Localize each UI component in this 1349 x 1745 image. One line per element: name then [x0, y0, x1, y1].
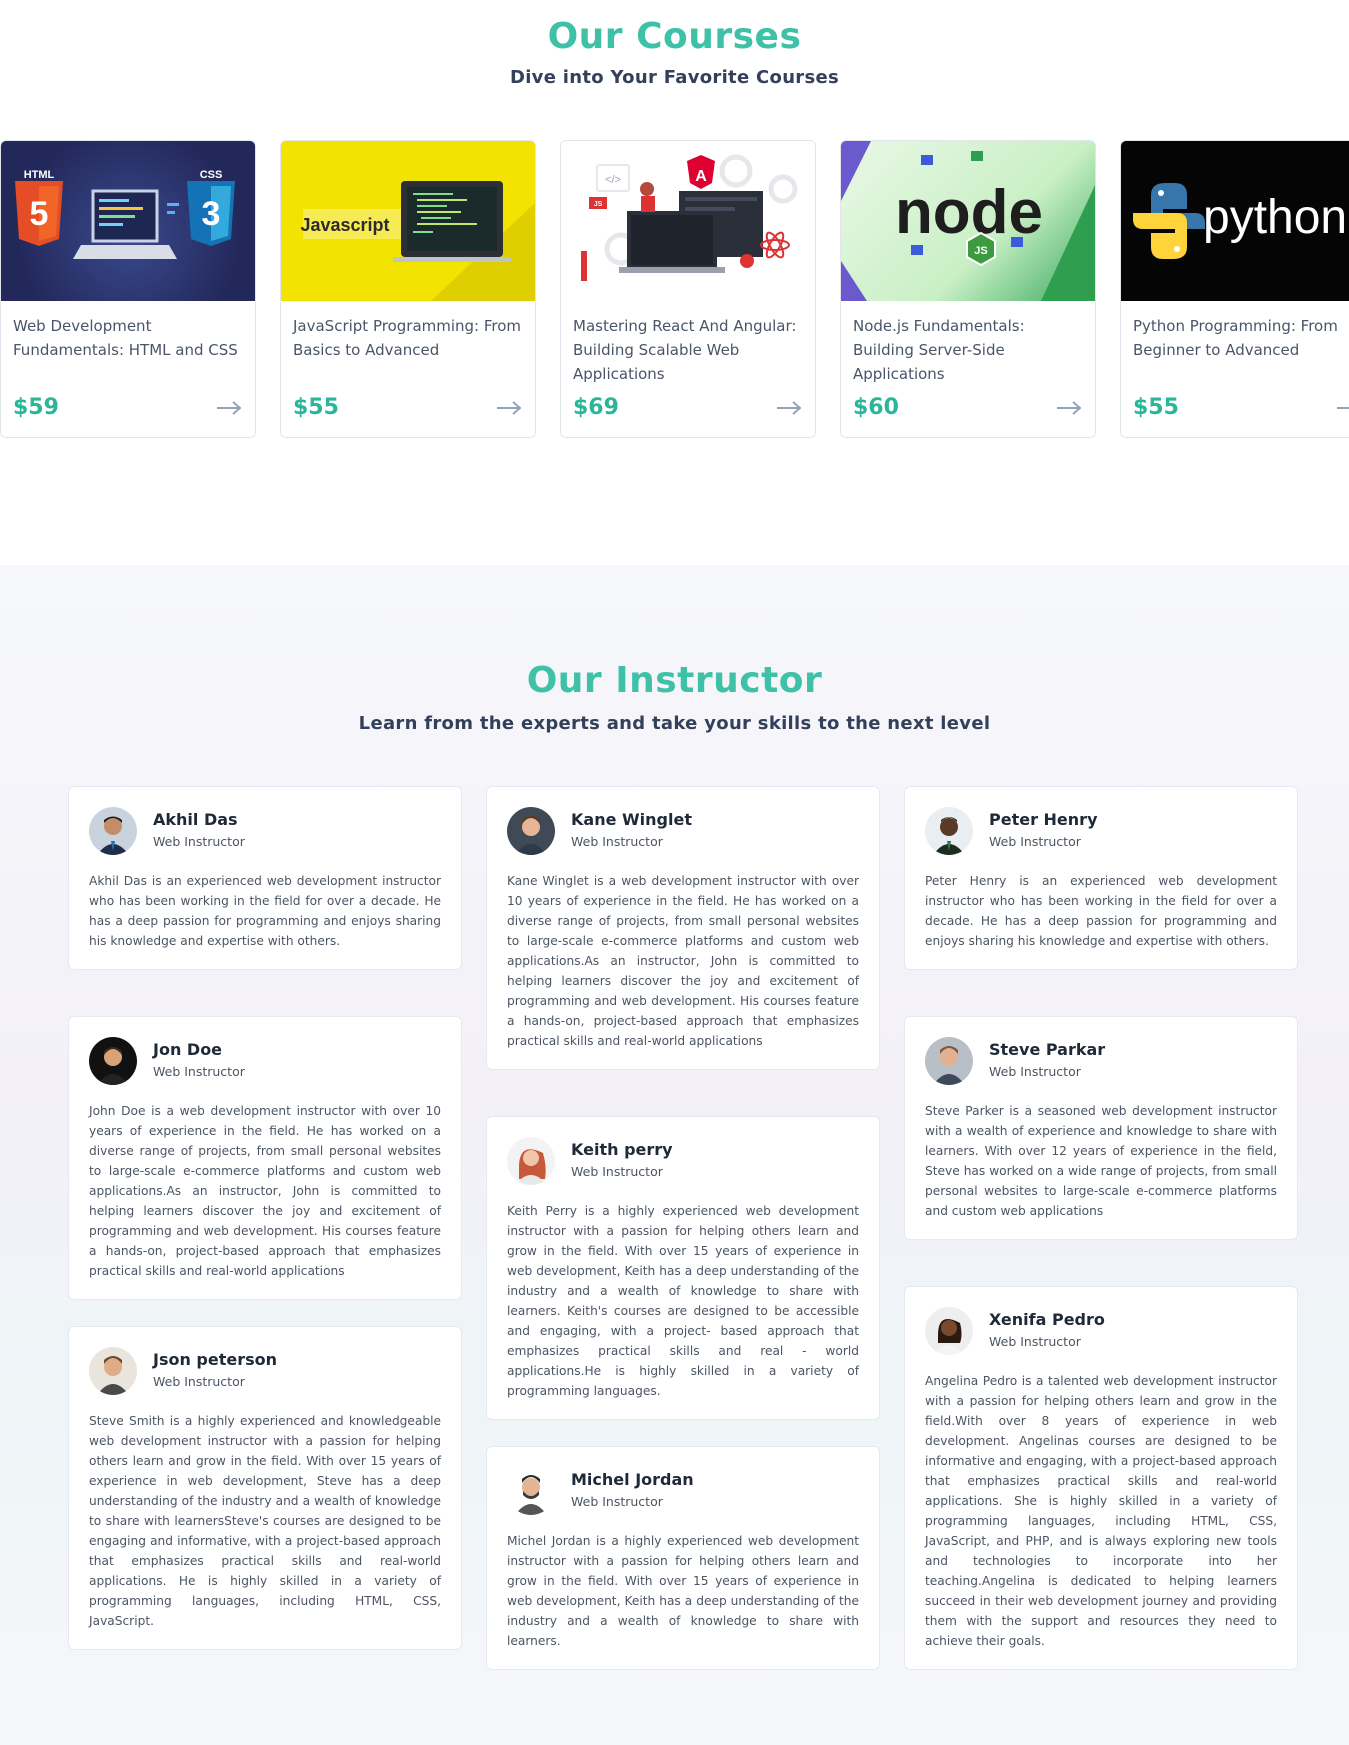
javascript-label: Javascript: [300, 215, 389, 235]
course-card[interactable]: node JS Node.js Fundamentals: Building S…: [840, 140, 1096, 438]
svg-text:5: 5: [30, 195, 49, 233]
course-card[interactable]: 5 HTML 3 CSS Web Development Fundamental…: [0, 140, 256, 438]
course-name: Node.js Fundamentals: Building Server-Si…: [853, 317, 1025, 383]
instructor-role: Web Instructor: [153, 1374, 245, 1389]
instructors-title: Our Instructor: [526, 660, 823, 701]
instructor-card[interactable]: Steve Parkar Web Instructor Steve Parker…: [904, 1016, 1298, 1240]
instructor-name: Steve Parkar: [989, 1040, 1106, 1059]
instructor-card[interactable]: Peter Henry Web Instructor Peter Henry i…: [904, 786, 1298, 970]
courses-section: Our Courses Dive into Your Favorite Cour…: [0, 0, 1349, 565]
instructor-bio: Kane Winglet is a web development instru…: [507, 874, 859, 1048]
avatar: [89, 807, 137, 855]
python-label: python: [1203, 191, 1347, 244]
instructor-bio: Angelina Pedro is a talented web develop…: [925, 1374, 1277, 1648]
instructor-role: Web Instructor: [989, 1334, 1081, 1349]
instructor-card[interactable]: Jon Doe Web Instructor John Doe is a web…: [68, 1016, 462, 1300]
instructor-name: Peter Henry: [989, 810, 1098, 829]
course-card[interactable]: </> JS A Mastering React And Angular: Bu…: [560, 140, 816, 438]
instructor-card[interactable]: Keith perry Web Instructor Keith Perry i…: [486, 1116, 880, 1420]
course-thumbnail: Javascript: [281, 141, 535, 301]
course-thumbnail: node JS: [841, 141, 1095, 301]
instructor-name: Jon Doe: [153, 1040, 223, 1059]
course-thumbnail: </> JS A: [561, 141, 815, 301]
course-price: $55: [1133, 395, 1179, 420]
instructor-role: Web Instructor: [153, 1064, 245, 1079]
instructor-role: Web Instructor: [153, 834, 245, 849]
instructor-name: Xenifa Pedro: [989, 1310, 1105, 1329]
courses-title: Our Courses: [547, 16, 802, 57]
avatar: [925, 1037, 973, 1085]
instructor-card[interactable]: Michel Jordan Web Instructor Michel Jord…: [486, 1446, 880, 1670]
arrow-right-icon[interactable]: [775, 395, 803, 421]
course-thumbnail: 5 HTML 3 CSS: [1, 141, 255, 301]
instructor-card[interactable]: Akhil Das Web Instructor Akhil Das is an…: [68, 786, 462, 970]
course-carousel: 5 HTML 3 CSS Web Development Fundamental…: [0, 140, 1349, 440]
js-tag-label: JS: [594, 201, 603, 208]
course-price: $55: [293, 395, 339, 420]
instructor-role: Web Instructor: [571, 834, 663, 849]
instructor-role: Web Instructor: [571, 1494, 663, 1509]
instructor-role: Web Instructor: [571, 1164, 663, 1179]
instructor-bio: Peter Henry is an experienced web develo…: [925, 874, 1277, 948]
instructor-card[interactable]: Xenifa Pedro Web Instructor Angelina Ped…: [904, 1286, 1298, 1670]
instructor-name: Keith perry: [571, 1140, 673, 1159]
course-name: Mastering React And Angular: Building Sc…: [573, 317, 797, 383]
node-label: node: [895, 178, 1043, 247]
instructors-section: Our Instructor Learn from the experts an…: [0, 565, 1349, 1745]
arrow-right-icon[interactable]: [1055, 395, 1083, 421]
instructor-name: Kane Winglet: [571, 810, 692, 829]
course-name: JavaScript Programming: From Basics to A…: [293, 317, 522, 359]
avatar: [89, 1037, 137, 1085]
css-label: CSS: [200, 169, 223, 181]
instructor-role: Web Instructor: [989, 1064, 1081, 1079]
arrow-right-icon[interactable]: [215, 395, 243, 421]
course-card[interactable]: python Python Programming: From Beginner…: [1120, 140, 1349, 438]
instructor-bio: Akhil Das is an experienced web developm…: [89, 874, 441, 948]
arrow-right-icon[interactable]: [1335, 395, 1349, 421]
avatar: [925, 1307, 973, 1355]
course-price: $59: [13, 395, 59, 420]
avatar: [89, 1347, 137, 1395]
html-label: HTML: [24, 169, 55, 181]
avatar: [507, 1137, 555, 1185]
instructor-name: Json peterson: [153, 1350, 278, 1369]
svg-text:A: A: [695, 168, 707, 185]
course-price: $60: [853, 395, 899, 420]
node-js-label: JS: [974, 245, 987, 257]
instructor-role: Web Instructor: [989, 834, 1081, 849]
course-card[interactable]: Javascript JavaScript Programming: From …: [280, 140, 536, 438]
instructor-bio: John Doe is a web development instructor…: [89, 1104, 441, 1278]
course-name: Web Development Fundamentals: HTML and C…: [13, 317, 238, 359]
avatar: [507, 807, 555, 855]
instructor-card[interactable]: Kane Winglet Web Instructor Kane Winglet…: [486, 786, 880, 1070]
instructor-bio: Steve Smith is a highly experienced and …: [89, 1414, 441, 1628]
instructor-bio: Keith Perry is a highly experienced web …: [507, 1204, 859, 1398]
code-tag-label: </>: [605, 174, 621, 186]
instructor-name: Akhil Das: [153, 810, 238, 829]
avatar: [507, 1467, 555, 1515]
instructor-name: Michel Jordan: [571, 1470, 694, 1489]
course-thumbnail: python: [1121, 141, 1349, 301]
svg-text:3: 3: [202, 195, 221, 233]
courses-subtitle: Dive into Your Favorite Courses: [509, 67, 840, 88]
course-name: Python Programming: From Beginner to Adv…: [1133, 317, 1338, 359]
instructors-subtitle: Learn from the experts and take your ski…: [358, 713, 991, 734]
arrow-right-icon[interactable]: [495, 395, 523, 421]
instructor-card[interactable]: Json peterson Web Instructor Steve Smith…: [68, 1326, 462, 1650]
avatar: [925, 807, 973, 855]
instructor-bio: Michel Jordan is a highly experienced we…: [507, 1534, 859, 1648]
instructor-bio: Steve Parker is a seasoned web developme…: [925, 1104, 1277, 1218]
course-price: $69: [573, 395, 619, 420]
